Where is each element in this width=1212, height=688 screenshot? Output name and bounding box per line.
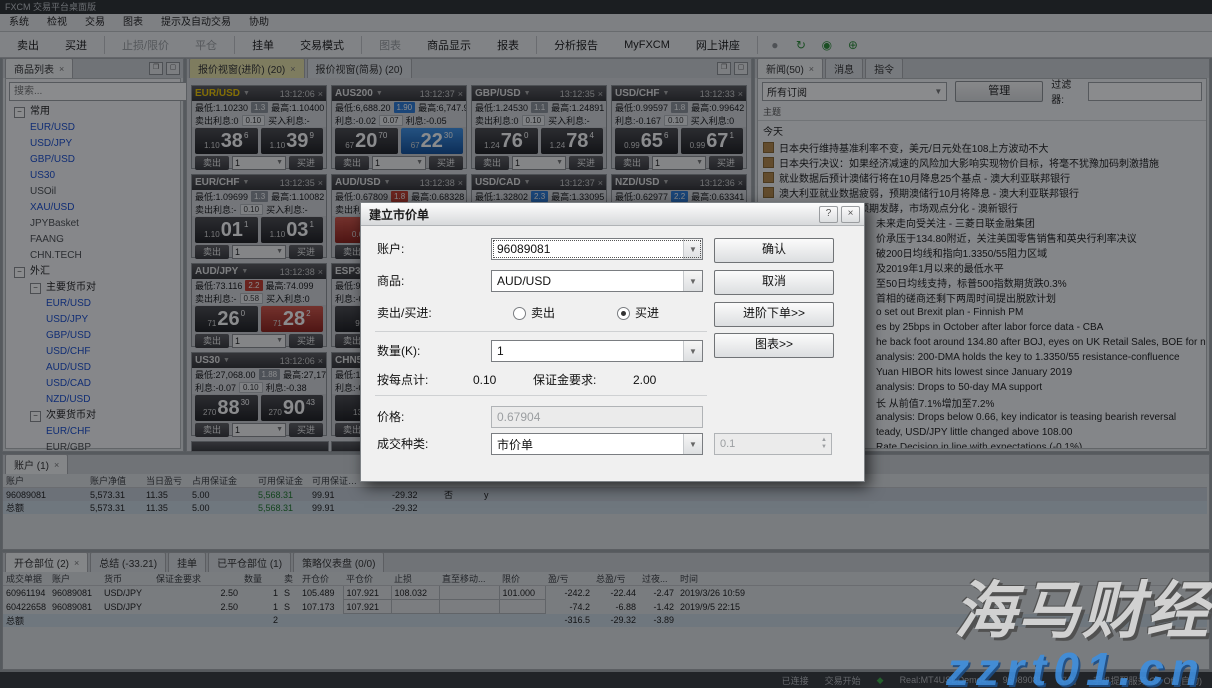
chevron-down-icon[interactable]: ▼ xyxy=(683,271,702,291)
radio-checked-icon[interactable] xyxy=(617,307,630,320)
sell-radio[interactable]: 卖出 xyxy=(513,302,555,324)
radio-icon[interactable] xyxy=(513,307,526,320)
dialog-titlebar[interactable]: 建立市价单 ? × xyxy=(361,203,864,226)
rate-label: 价格: xyxy=(377,406,489,428)
market-order-dialog: 建立市价单 ? × 账户: 96089081 ▼ 确认 商品: AUD/USD … xyxy=(360,202,865,482)
amount-select[interactable]: 1 ▼ xyxy=(491,340,703,362)
app-window: FXCM 交易平台桌面版 系统检视交易图表提示及自动交易协助 卖出买进止损/限价… xyxy=(0,0,1212,688)
chevron-down-icon[interactable]: ▼ xyxy=(683,341,702,361)
order-type-label: 成交种类: xyxy=(377,433,489,455)
rate-input-disabled: 0.67904 xyxy=(491,406,703,428)
instrument-value: AUD/USD xyxy=(492,274,683,288)
spinner-arrows-icon: ▲▼ xyxy=(817,437,831,451)
per-pip-value: 0.10 xyxy=(473,369,523,391)
amount-value: 1 xyxy=(492,344,683,358)
dialog-title: 建立市价单 xyxy=(369,206,816,223)
close-icon[interactable]: × xyxy=(841,206,860,223)
account-value: 96089081 xyxy=(492,242,683,256)
help-icon[interactable]: ? xyxy=(819,206,838,223)
margin-value: 2.00 xyxy=(633,369,683,391)
margin-label: 保证金要求: xyxy=(533,369,645,391)
buy-radio-label: 买进 xyxy=(635,306,659,320)
account-label: 账户: xyxy=(377,238,489,260)
range-spinner-disabled: 0.1 ▲▼ xyxy=(714,433,832,455)
cancel-button[interactable]: 取消 xyxy=(714,270,834,295)
range-value: 0.1 xyxy=(715,438,817,450)
chevron-down-icon[interactable]: ▼ xyxy=(683,434,702,454)
divider xyxy=(375,395,707,396)
instrument-select[interactable]: AUD/USD ▼ xyxy=(491,270,703,292)
account-select[interactable]: 96089081 ▼ xyxy=(491,238,703,260)
order-type-select[interactable]: 市价单 ▼ xyxy=(491,433,703,455)
buy-radio[interactable]: 买进 xyxy=(617,302,659,324)
instrument-label: 商品: xyxy=(377,270,489,292)
watermark-url: zzrt01.cn xyxy=(946,642,1206,688)
side-label: 卖出/买进: xyxy=(377,302,489,324)
divider xyxy=(375,331,707,332)
sell-radio-label: 卖出 xyxy=(531,306,555,320)
watermark-brand: 海马财经 xyxy=(954,560,1210,650)
order-type-value: 市价单 xyxy=(492,436,683,453)
chart-button[interactable]: 图表>> xyxy=(714,333,834,358)
amount-label: 数量(K): xyxy=(377,340,489,362)
ok-button[interactable]: 确认 xyxy=(714,238,834,263)
chevron-down-icon[interactable]: ▼ xyxy=(683,239,702,259)
advanced-order-button[interactable]: 进阶下单>> xyxy=(714,302,834,327)
